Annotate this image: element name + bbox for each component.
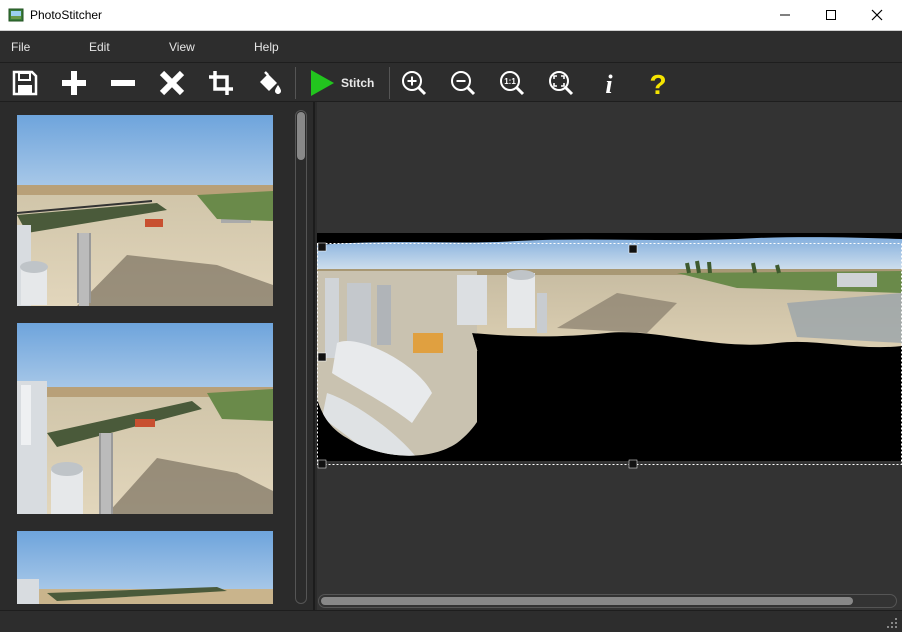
minus-icon <box>111 80 135 86</box>
close-button[interactable] <box>854 0 900 30</box>
title-bar: PhotoStitcher <box>0 0 902 31</box>
photo-thumbnail-2[interactable] <box>17 323 273 514</box>
window-title: PhotoStitcher <box>30 8 103 22</box>
zoom-1-1-label: 1:1 <box>504 77 516 86</box>
question-icon: ? <box>649 69 666 97</box>
menu-view[interactable]: View <box>169 40 195 54</box>
fill-button[interactable] <box>252 66 286 100</box>
zoom-fit-button[interactable] <box>544 66 578 100</box>
clear-all-button[interactable] <box>155 66 189 100</box>
remove-photo-button[interactable] <box>106 66 140 100</box>
toolbar: Stitch 1:1 i ? <box>0 62 902 102</box>
photo-thumbnail-3[interactable] <box>17 531 273 604</box>
minimize-icon <box>780 14 790 16</box>
save-icon <box>12 70 38 96</box>
help-label: ? <box>649 69 666 97</box>
add-photos-button[interactable] <box>57 66 91 100</box>
toolbar-separator <box>295 67 296 99</box>
zoom-out-icon <box>451 71 476 96</box>
zoom-out-button[interactable] <box>446 66 480 100</box>
zoom-actual-button[interactable]: 1:1 <box>495 66 529 100</box>
stitched-panorama[interactable] <box>317 233 902 473</box>
info-icon: i <box>605 70 613 97</box>
menu-edit[interactable]: Edit <box>89 40 110 54</box>
toolbar-separator <box>389 67 390 99</box>
photo-image <box>17 115 273 306</box>
scrollbar-thumb[interactable] <box>321 597 853 605</box>
photo-thumbnail-1[interactable] <box>17 115 273 306</box>
close-icon <box>871 9 883 21</box>
canvas-horizontal-scrollbar[interactable] <box>318 594 897 608</box>
x-icon <box>159 70 185 96</box>
preview-canvas[interactable] <box>317 102 902 610</box>
photo-image <box>17 323 273 514</box>
crop-button[interactable] <box>204 66 238 100</box>
info-button[interactable]: i <box>592 66 626 100</box>
zoom-fit-icon <box>549 71 574 96</box>
paint-bucket-icon <box>260 71 281 94</box>
play-icon <box>311 70 334 96</box>
scrollbar-thumb[interactable] <box>297 112 305 160</box>
app-icon <box>8 7 24 23</box>
help-button[interactable]: ? <box>641 66 675 100</box>
status-bar <box>0 610 902 632</box>
menu-bar: File Edit View Help <box>0 31 902 62</box>
menu-help[interactable]: Help <box>254 40 279 54</box>
save-button[interactable] <box>8 66 42 100</box>
maximize-icon <box>826 10 836 20</box>
crop-icon <box>209 71 233 95</box>
maximize-button[interactable] <box>808 0 854 30</box>
minimize-button[interactable] <box>762 0 808 30</box>
thumbnail-scrollbar[interactable] <box>295 110 307 604</box>
stitch-label: Stitch <box>341 76 375 90</box>
zoom-1-1-icon: 1:1 <box>500 71 525 96</box>
zoom-in-icon <box>402 71 427 96</box>
resize-grip-icon[interactable] <box>886 617 898 629</box>
info-label: i <box>605 70 613 97</box>
menu-file[interactable]: File <box>11 40 30 54</box>
photo-image <box>17 531 273 604</box>
plus-icon <box>62 71 86 95</box>
stitch-button[interactable]: Stitch <box>303 66 383 100</box>
zoom-in-button[interactable] <box>397 66 431 100</box>
